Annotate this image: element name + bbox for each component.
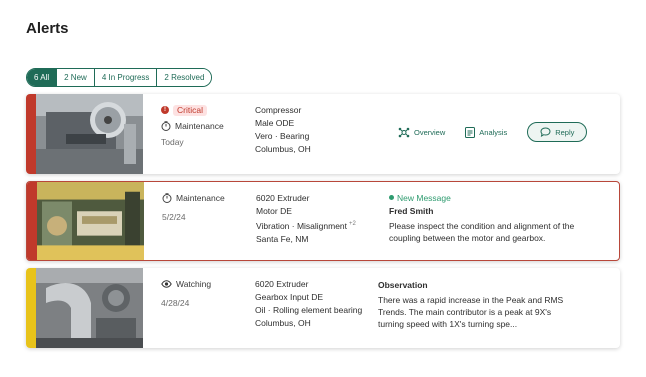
alert-card[interactable]: Watching 4/28/24 6020 Extruder Gearbox I…	[26, 268, 620, 348]
alert-date: 4/28/24	[161, 298, 190, 308]
timer-icon	[161, 121, 171, 131]
alert-card[interactable]: Maintenance 5/2/24 6020 Extruder Motor D…	[26, 181, 620, 261]
alert-status: Maintenance	[176, 193, 225, 203]
alert-card[interactable]: ! Critical Maintenance Today Compressor …	[26, 94, 620, 174]
asset-fault-text: Vibration · Misalignment	[256, 220, 348, 231]
asset-component: Motor DE	[256, 206, 292, 216]
severity-stripe	[27, 182, 37, 260]
alert-filter-tabs: 6 All 2 New 4 In Progress 2 Resolved	[26, 68, 213, 87]
reply-label: Reply	[555, 127, 575, 137]
asset-photo	[36, 268, 143, 348]
message-author: Fred Smith	[389, 206, 434, 216]
asset-photo	[36, 94, 143, 174]
chat-bubble-icon	[540, 127, 551, 137]
filter-tab-all[interactable]: 6 All	[27, 69, 58, 86]
asset-name: 6020 Extruder	[255, 279, 309, 289]
network-icon	[398, 127, 410, 138]
alert-date: 5/2/24	[162, 212, 186, 222]
alert-status: Maintenance	[175, 121, 224, 131]
severity-stripe	[26, 268, 36, 348]
asset-fault: Oil · Rolling element bearing	[255, 305, 363, 315]
new-dot-icon	[389, 195, 394, 200]
analysis-link[interactable]: Analysis	[465, 126, 508, 138]
filter-tab-in-progress[interactable]: 4 In Progress	[94, 69, 158, 86]
asset-location: Columbus, OH	[255, 318, 311, 328]
timer-icon	[162, 193, 172, 203]
asset-fault: Vero · Bearing	[255, 131, 310, 141]
overview-link[interactable]: Overview	[398, 127, 445, 138]
severity-badge: Critical	[173, 104, 207, 116]
filter-tab-resolved[interactable]: 2 Resolved	[157, 69, 212, 86]
observation-title: Observation	[378, 280, 428, 290]
asset-name: 6020 Extruder	[256, 193, 310, 203]
asset-component: Gearbox Input DE	[255, 292, 324, 302]
asset-component: Male ODE	[255, 118, 295, 128]
asset-fault: Vibration · Misalignment +2	[256, 218, 381, 233]
new-message-label: New Message	[397, 193, 451, 203]
observation-body: There was a rapid increase in the Peak a…	[378, 295, 564, 329]
reply-button[interactable]: Reply	[527, 122, 588, 142]
critical-icon: !	[161, 106, 169, 114]
severity-stripe	[26, 94, 36, 174]
asset-location: Columbus, OH	[255, 144, 311, 154]
alert-date: Today	[161, 137, 184, 147]
more-faults-badge: +2	[349, 221, 356, 227]
new-message-badge: New Message	[389, 192, 589, 204]
message-body: Please inspect the condition and alignme…	[389, 221, 575, 243]
asset-name: Compressor	[255, 105, 302, 115]
document-icon	[465, 126, 476, 138]
alert-status: Watching	[176, 279, 212, 289]
filter-tab-new[interactable]: 2 New	[57, 69, 95, 86]
page-title: Alerts	[26, 20, 69, 37]
eye-icon	[161, 280, 172, 288]
overview-label: Overview	[414, 127, 446, 137]
asset-photo	[37, 182, 144, 260]
asset-location: Santa Fe, NM	[256, 233, 309, 244]
analysis-label: Analysis	[479, 127, 508, 137]
